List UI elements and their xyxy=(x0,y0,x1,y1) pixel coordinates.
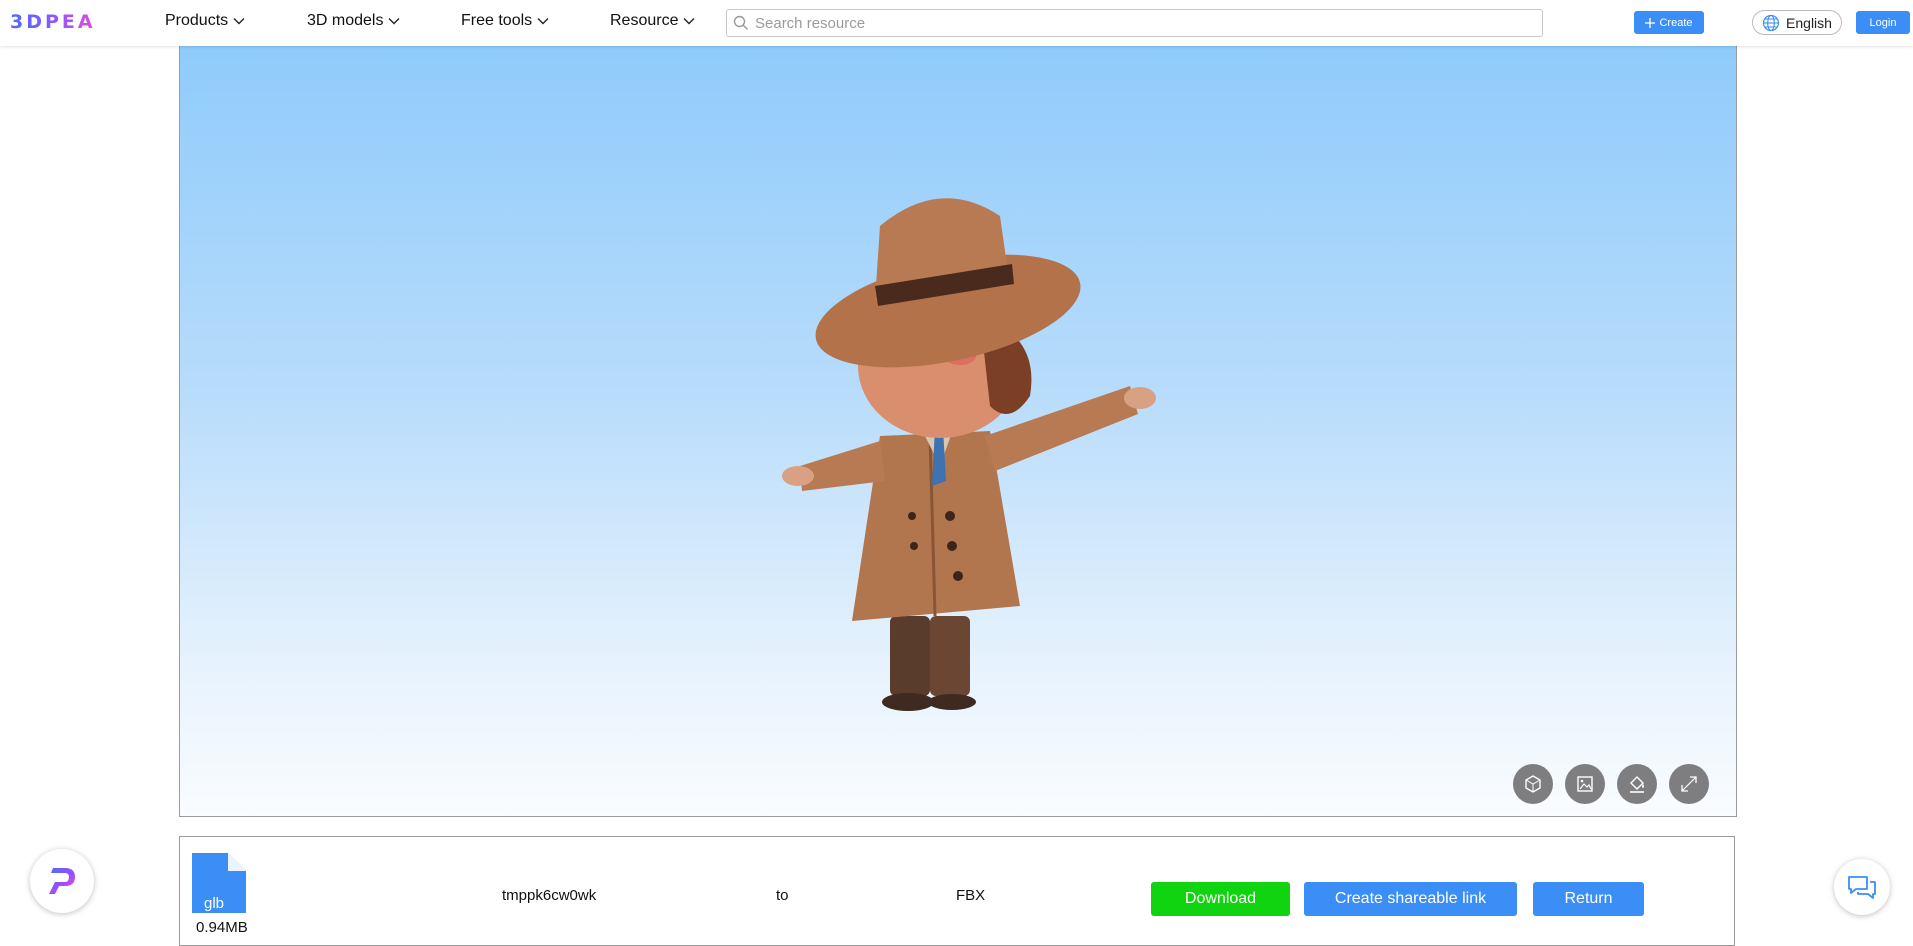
search-bar[interactable] xyxy=(726,9,1543,37)
download-button[interactable]: Download xyxy=(1151,882,1290,916)
3dpea-logo[interactable]: 3DPEA xyxy=(10,11,96,33)
file-size: 0.94MB xyxy=(196,919,248,936)
return-button[interactable]: Return xyxy=(1533,882,1644,916)
share-button-label: Create shareable link xyxy=(1334,890,1487,907)
3d-model-character[interactable] xyxy=(780,136,1160,736)
chat-support-button[interactable] xyxy=(1834,859,1890,915)
language-label: English xyxy=(1786,14,1832,31)
plus-icon xyxy=(1645,17,1656,28)
paint-bucket-icon xyxy=(1630,776,1644,793)
paint-bucket-button[interactable] xyxy=(1617,764,1657,804)
chat-icon xyxy=(1848,876,1876,899)
globe-icon xyxy=(1762,14,1780,31)
create-button[interactable]: Create xyxy=(1634,11,1704,34)
language-selector[interactable]: English xyxy=(1752,10,1842,35)
conversion-panel: glb 0.94MB tmppk6cw0wk to FBX Download C… xyxy=(179,836,1735,946)
nav-3d-models-label: 3D models xyxy=(307,12,384,29)
background-image-icon xyxy=(1577,776,1593,792)
background-image-button[interactable] xyxy=(1565,764,1605,804)
3d-model-viewer[interactable] xyxy=(179,46,1737,817)
nav-3d-models[interactable]: 3D models xyxy=(307,12,401,30)
target-format: FBX xyxy=(956,887,986,904)
nav-products[interactable]: Products xyxy=(165,12,246,30)
wireframe-button[interactable] xyxy=(1513,764,1553,804)
logo-text: 3DPEA xyxy=(10,11,96,33)
nav-free-tools-label: Free tools xyxy=(461,12,533,29)
return-button-label: Return xyxy=(1564,890,1613,907)
chevron-down-icon xyxy=(537,18,549,25)
3dpea-p-logo-icon xyxy=(49,868,75,894)
nav-resource[interactable]: Resource xyxy=(610,12,696,30)
download-button-label: Download xyxy=(1184,890,1257,907)
create-shareable-link-button[interactable]: Create shareable link xyxy=(1304,882,1517,916)
top-navigation-bar: 3DPEA Products 3D models Free tools Reso… xyxy=(0,0,1913,46)
create-button-label: Create xyxy=(1659,16,1693,29)
fullscreen-button[interactable] xyxy=(1669,764,1709,804)
viewer-toolbar xyxy=(1513,764,1709,804)
wireframe-icon xyxy=(1525,775,1541,793)
nav-free-tools[interactable]: Free tools xyxy=(461,12,550,30)
search-input[interactable] xyxy=(755,14,1535,32)
source-file-name: tmppk6cw0wk xyxy=(502,887,597,904)
nav-products-label: Products xyxy=(165,12,229,29)
chevron-down-icon xyxy=(683,18,695,25)
app-launcher-button[interactable] xyxy=(30,849,94,913)
conversion-connector: to xyxy=(776,887,789,904)
file-extension: glb xyxy=(204,895,225,912)
chevron-down-icon xyxy=(233,18,245,25)
login-button-label: Login xyxy=(1869,16,1897,29)
search-icon xyxy=(733,15,748,30)
chevron-down-icon xyxy=(388,18,400,25)
fullscreen-icon xyxy=(1681,776,1697,792)
nav-resource-label: Resource xyxy=(610,12,679,29)
login-button[interactable]: Login xyxy=(1856,11,1910,34)
